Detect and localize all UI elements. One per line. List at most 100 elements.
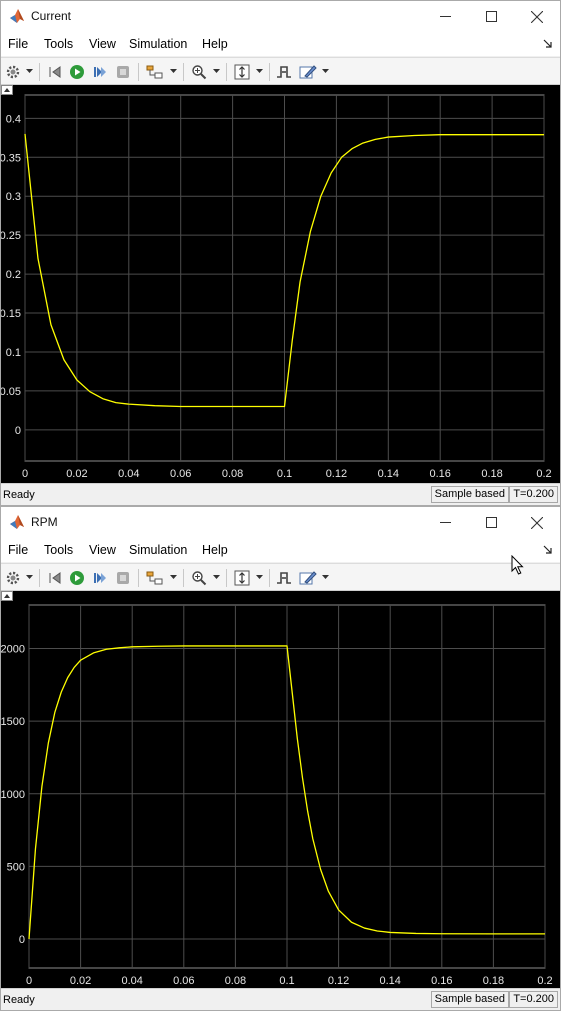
chevron-down-icon[interactable] <box>255 67 263 75</box>
x-tick-label: 0.06 <box>170 468 191 480</box>
x-tick-label: 0.04 <box>121 975 142 987</box>
separator <box>183 569 184 587</box>
close-button[interactable] <box>514 1 560 32</box>
separator <box>226 569 227 587</box>
separator <box>183 63 184 81</box>
minimize-icon <box>439 16 451 17</box>
title-bar[interactable]: RPM <box>1 507 560 538</box>
run-icon[interactable] <box>68 569 86 587</box>
maximize-button[interactable] <box>468 1 514 32</box>
dock-arrow-icon[interactable] <box>543 545 552 554</box>
window-title: Current <box>31 9 72 23</box>
chevron-down-icon[interactable] <box>169 67 177 75</box>
menu-help[interactable]: Help <box>202 543 228 557</box>
triggers-icon[interactable] <box>275 569 293 587</box>
step-forward-icon[interactable] <box>91 63 109 81</box>
zoom-in-icon[interactable] <box>190 569 208 587</box>
menu-bar: File Tools View Simulation Help <box>1 538 560 562</box>
highlight-block-icon[interactable] <box>146 569 164 587</box>
separator <box>39 569 40 587</box>
matlab-logo-icon <box>10 9 24 23</box>
chevron-down-icon[interactable] <box>321 573 329 581</box>
y-tick-label: 0.25 <box>1 230 21 242</box>
matlab-logo-icon <box>10 515 24 529</box>
status-bar: Ready Sample based T=0.200 <box>1 988 560 1010</box>
zoom-in-icon[interactable] <box>190 63 208 81</box>
rpm-scope-window: RPM File Tools View Simulation Help 0 0.… <box>0 506 561 1011</box>
close-button[interactable] <box>514 507 560 538</box>
x-tick-label: 0.14 <box>378 468 399 480</box>
scale-axes-icon[interactable] <box>233 569 251 587</box>
run-icon[interactable] <box>68 63 86 81</box>
x-tick-label: 0.14 <box>379 975 400 987</box>
maximize-icon <box>485 517 497 528</box>
chevron-down-icon[interactable] <box>255 573 263 581</box>
separator <box>138 569 139 587</box>
gear-icon[interactable] <box>4 569 22 587</box>
plot-area[interactable]: 0 0.02 0.04 0.06 0.08 0.1 0.12 0.14 0.16 0.18 0.2 0… <box>1 591 560 989</box>
menu-file[interactable]: File <box>8 37 28 51</box>
mouse-cursor-icon <box>511 555 524 575</box>
x-tick-label: 0.16 <box>431 975 452 987</box>
gear-icon[interactable] <box>4 63 22 81</box>
highlight-block-icon[interactable] <box>146 63 164 81</box>
menu-bar: File Tools View Simulation Help <box>1 32 560 56</box>
status-time: T=0.200 <box>509 991 558 1008</box>
maximize-icon <box>485 11 497 22</box>
chevron-down-icon[interactable] <box>25 573 33 581</box>
menu-view[interactable]: View <box>89 543 116 557</box>
menu-simulation[interactable]: Simulation <box>129 37 187 51</box>
x-tick-label: 0.2 <box>537 975 552 987</box>
x-tick-label: 0.02 <box>70 975 91 987</box>
menu-tools[interactable]: Tools <box>44 543 73 557</box>
menu-tools[interactable]: Tools <box>44 37 73 51</box>
x-tick-label: 0.08 <box>225 975 246 987</box>
status-ready: Ready <box>3 994 35 1006</box>
status-ready: Ready <box>3 489 35 501</box>
chevron-down-icon[interactable] <box>212 67 220 75</box>
maximize-button[interactable] <box>468 507 514 538</box>
x-tick-label: 0.16 <box>429 468 450 480</box>
menu-view[interactable]: View <box>89 37 116 51</box>
undock-icon[interactable] <box>1 591 13 601</box>
chevron-down-icon[interactable] <box>212 573 220 581</box>
x-tick-label: 0.1 <box>277 468 292 480</box>
step-forward-icon[interactable] <box>91 569 109 587</box>
rpm-chart: 0 0.02 0.04 0.06 0.08 0.1 0.12 0.14 0.16 0.18 0.2 0… <box>1 604 553 987</box>
y-tick-label: 0 <box>19 934 25 946</box>
dock-arrow-icon[interactable] <box>543 39 552 48</box>
x-tick-label: 0.06 <box>173 975 194 987</box>
undock-icon[interactable] <box>1 85 13 95</box>
y-tick-label: 0.05 <box>1 386 21 398</box>
y-tick-label: 1000 <box>1 789 25 801</box>
menu-simulation[interactable]: Simulation <box>129 543 187 557</box>
separator <box>226 63 227 81</box>
chevron-down-icon[interactable] <box>25 67 33 75</box>
plot-area[interactable]: 0 0.02 0.04 0.06 0.08 0.1 0.12 0.14 0.16 0.18 0.2 0… <box>1 85 560 483</box>
scale-axes-icon[interactable] <box>233 63 251 81</box>
restore-layout-icon[interactable] <box>46 63 64 81</box>
minimize-button[interactable] <box>422 507 468 538</box>
stop-icon[interactable] <box>114 569 132 587</box>
chevron-down-icon[interactable] <box>321 67 329 75</box>
triggers-icon[interactable] <box>275 63 293 81</box>
minimize-button[interactable] <box>422 1 468 32</box>
y-tick-label: 0.4 <box>6 113 21 125</box>
x-tick-label: 0.02 <box>66 468 87 480</box>
menu-help[interactable]: Help <box>202 37 228 51</box>
status-time: T=0.200 <box>509 486 558 503</box>
style-icon[interactable] <box>299 569 317 587</box>
menu-file[interactable]: File <box>8 543 28 557</box>
separator <box>269 63 270 81</box>
y-tick-label: 2000 <box>1 644 25 656</box>
title-bar[interactable]: Current <box>1 1 560 32</box>
status-bar: Ready Sample based T=0.200 <box>1 483 560 505</box>
restore-layout-icon[interactable] <box>46 569 64 587</box>
chevron-down-icon[interactable] <box>169 573 177 581</box>
separator <box>138 63 139 81</box>
window-title: RPM <box>31 515 58 529</box>
stop-icon[interactable] <box>114 63 132 81</box>
style-icon[interactable] <box>299 63 317 81</box>
current-chart: 0 0.02 0.04 0.06 0.08 0.1 0.12 0.14 0.16 0.18 0.2 0… <box>1 94 552 480</box>
x-tick-label: 0 <box>26 975 32 987</box>
